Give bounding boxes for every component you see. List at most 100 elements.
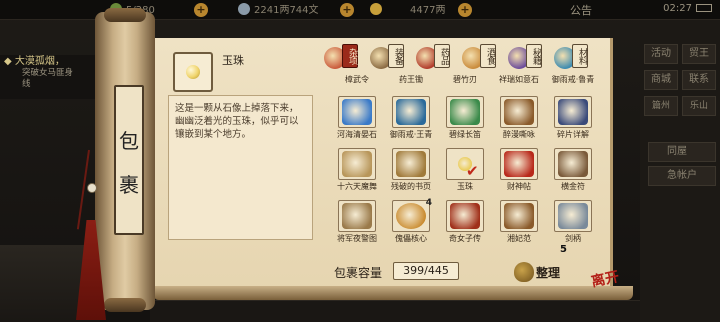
- tab-category[interactable]: 装备: [370, 44, 416, 70]
- quest-title: ◆ 大漠孤烟，: [4, 56, 65, 67]
- item-count: 4: [425, 198, 432, 208]
- item-label: 祥瑞如意石: [499, 75, 539, 84]
- inventory-slot-partial[interactable]: 御雨戒·鲁青: [546, 74, 600, 85]
- title-char-1: 包: [119, 129, 139, 153]
- gold-counter: 4477两: [370, 3, 445, 17]
- inventory-slot[interactable]: 十六天魔舞: [330, 148, 384, 192]
- gold-icon: [370, 3, 382, 15]
- side-button-account[interactable]: 急帐户: [648, 166, 716, 186]
- jade-ring-icon: [396, 99, 426, 125]
- item-label: 奇女子传: [449, 234, 481, 243]
- inventory-slot[interactable]: 傀儡核心 4: [384, 198, 438, 244]
- silver-value: 2241两744文: [254, 5, 319, 16]
- tab-category[interactable]: 酒食: [462, 44, 508, 70]
- map-tab-current[interactable]: 篇州: [644, 96, 678, 116]
- map-scroll-icon: [342, 151, 372, 177]
- pearl-icon: [186, 65, 200, 79]
- item-label: 残破的书页: [391, 182, 431, 191]
- clock-time: 02:27: [663, 3, 692, 14]
- clock: 02:27: [663, 3, 712, 14]
- quest-tracker[interactable]: ◆ 大漠孤烟， 突破女马匪身 线: [0, 55, 100, 99]
- inventory-slot[interactable]: 剑柄: [546, 200, 600, 244]
- bottom-toolbar: [150, 300, 640, 322]
- announcement-button[interactable]: 公告: [570, 2, 592, 18]
- item-description: 这是一颗从石像上掉落下来，幽幽泛着光的玉珠，似乎可以镶嵌到某个地方。: [175, 103, 299, 140]
- item-label: 财神帖: [507, 182, 531, 191]
- inventory-slot[interactable]: 将军夜警图: [330, 200, 384, 244]
- tab-category[interactable]: 药品: [416, 44, 462, 70]
- inventory-slot[interactable]: 湘妃范: [492, 200, 546, 244]
- blue-book-icon: [558, 99, 588, 125]
- silver-icon: [238, 3, 250, 15]
- blue-crystal-icon: [342, 99, 372, 125]
- inventory-slot[interactable]: 御雨戒·王青: [384, 96, 438, 140]
- tab-label: 装备: [388, 44, 404, 68]
- tab-label: 药品: [434, 44, 450, 68]
- inventory-slot[interactable]: 碧绿长笛: [438, 96, 492, 140]
- item-label: 十六天魔舞: [337, 182, 377, 191]
- item-label: 樟武令: [345, 75, 369, 84]
- inventory-grid: 樟武令 药王锄 碧竹刃 祥瑞如意石 御雨戒·鲁青河海清晏石 御雨戒·王青 碧绿长笛 醉漫嘶咏 碎…: [330, 74, 610, 256]
- side-button-same-room[interactable]: 同屋: [648, 142, 716, 162]
- torn-page-icon: [396, 151, 426, 177]
- item-label: 将军夜警图: [337, 234, 377, 243]
- quest-title-text: 大漠孤烟，: [14, 56, 65, 67]
- scroll-rod-top-cap: [104, 8, 146, 22]
- item-label: 横金符: [561, 182, 585, 191]
- sword-hilt-icon: [558, 203, 588, 229]
- quest-description-line2: 线: [22, 79, 31, 89]
- title-char-2: 裹: [119, 173, 139, 197]
- item-label: 湘妃范: [507, 234, 531, 243]
- tab-label: 杂项: [342, 44, 358, 68]
- red-book-icon: [450, 203, 480, 229]
- money-bag-icon: [514, 262, 534, 282]
- inventory-slot-partial[interactable]: 祥瑞如意石: [492, 74, 546, 85]
- inventory-slot-partial[interactable]: 药王锄: [384, 74, 438, 85]
- activity-button[interactable]: 活动: [644, 44, 678, 64]
- silver-counter: 2241两744文: [238, 3, 319, 17]
- painting-icon: [342, 203, 372, 229]
- item-label: 碧竹刃: [453, 75, 477, 84]
- inventory-title-label: 包 裹: [114, 85, 144, 235]
- sort-button-label: 整理: [536, 266, 561, 280]
- red-card-icon: [504, 151, 534, 177]
- map-tab-leshan[interactable]: 乐山: [682, 96, 716, 116]
- green-flute-icon: [450, 99, 480, 125]
- trade-button[interactable]: 贸王: [682, 44, 716, 64]
- contact-button[interactable]: 联系: [682, 70, 716, 90]
- page-marker: 5: [560, 244, 567, 255]
- item-label: 傀儡核心: [395, 234, 427, 243]
- inventory-slot-partial[interactable]: 碧竹刃: [438, 74, 492, 85]
- tassel-bead-icon: [87, 183, 97, 193]
- sort-button[interactable]: 整理: [514, 258, 574, 284]
- inventory-slot[interactable]: 奇女子传: [438, 200, 492, 244]
- item-description-box: 这是一颗从石像上掉落下来，幽幽泛着光的玉珠，似乎可以镶嵌到某个地方。: [168, 95, 313, 240]
- item-label: 碧绿长笛: [449, 130, 481, 139]
- inventory-slot[interactable]: 残破的书页: [384, 148, 438, 192]
- selected-check-icon: ✔: [466, 162, 479, 180]
- item-label: 御雨戒·王青: [389, 130, 433, 139]
- selected-item-name: 玉珠: [222, 54, 244, 67]
- shop-button[interactable]: 商城: [644, 70, 678, 90]
- inventory-slot[interactable]: 玉珠 ✔: [438, 148, 492, 192]
- item-label: 河海清晏石: [337, 130, 377, 139]
- add-stat-button[interactable]: +: [194, 3, 208, 17]
- tab-category[interactable]: 杂项: [324, 44, 370, 70]
- inventory-slot[interactable]: 碎片详解: [546, 96, 600, 140]
- inventory-slot[interactable]: 横金符: [546, 148, 600, 192]
- add-silver-button[interactable]: +: [340, 3, 354, 17]
- add-gold-button[interactable]: +: [458, 3, 472, 17]
- tab-category[interactable]: 秘籍: [508, 44, 554, 70]
- brown-book-icon: [504, 203, 534, 229]
- inventory-slot-partial[interactable]: 樟武令: [330, 74, 384, 85]
- tab-category[interactable]: 材料: [554, 44, 600, 70]
- core-sphere-icon: [396, 203, 426, 229]
- item-label: 碎片详解: [557, 130, 589, 139]
- inventory-slot[interactable]: 财神帖: [492, 148, 546, 192]
- tab-label: 酒食: [480, 44, 496, 68]
- quest-description: 突破女马匪身: [22, 68, 74, 78]
- battery-icon: [696, 4, 712, 12]
- scroll-rod-bottom-cap: [104, 298, 146, 312]
- inventory-slot[interactable]: 醉漫嘶咏: [492, 96, 546, 140]
- inventory-slot[interactable]: 河海清晏石: [330, 96, 384, 140]
